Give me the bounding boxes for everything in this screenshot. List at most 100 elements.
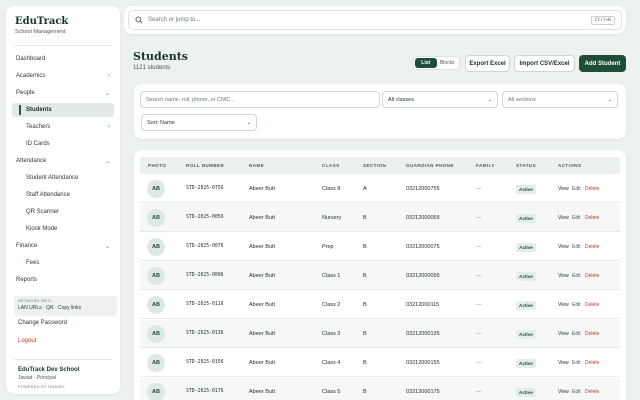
sidebar-item-label: Reports: [16, 277, 38, 283]
sidebar-item-student-attendance[interactable]: Student Attendance: [12, 171, 114, 185]
avatar: AB: [147, 180, 165, 198]
student-section: B: [363, 331, 367, 337]
table-row[interactable]: AB STD-2025-0116 Abeer Butt Class 2 B 0321200…: [140, 291, 620, 319]
table-row[interactable]: AB STD-2025-0756 Abeer Butt Class 8 A 0321200…: [140, 175, 620, 203]
column-header-actions: ACTIONS: [558, 163, 582, 168]
family: —: [476, 331, 482, 337]
delete-button[interactable]: Delete: [585, 233, 599, 261]
sidebar-item-teachers[interactable]: Teachers ›: [12, 120, 114, 134]
view-blocks-button[interactable]: Blocks: [437, 58, 459, 68]
student-name: Abeer Butt: [249, 360, 275, 366]
section-select-value: All sections: [508, 96, 536, 103]
edit-button[interactable]: Edit: [572, 349, 581, 377]
student-name: Abeer Butt: [249, 389, 275, 395]
global-search-input[interactable]: Search or jump to... Ctrl+K: [128, 10, 622, 30]
edit-button[interactable]: Edit: [572, 175, 581, 203]
sidebar-item-academics[interactable]: Academics ›: [12, 69, 114, 83]
view-button[interactable]: View: [558, 291, 569, 319]
avatar: AB: [147, 209, 165, 227]
delete-button[interactable]: Delete: [585, 378, 599, 400]
view-button[interactable]: View: [558, 320, 569, 348]
section-select[interactable]: All sections ⌄: [502, 91, 618, 108]
delete-button[interactable]: Delete: [585, 262, 599, 290]
student-name: Abeer Butt: [249, 244, 275, 250]
sidebar-item-label: Finance: [16, 243, 38, 249]
sidebar-item-finance[interactable]: Finance ⌄: [12, 239, 114, 253]
class-select[interactable]: All classes ⌄: [382, 91, 498, 108]
sidebar-item-staff-attendance[interactable]: Staff Attendance: [12, 188, 114, 202]
import-button[interactable]: Import CSV/Excel: [514, 55, 575, 72]
table-row[interactable]: AB STD-2025-0056 Abeer Butt Nursery B 0321200…: [140, 204, 620, 232]
student-search-input[interactable]: Search name, roll, phone, or CNIC...: [140, 91, 380, 108]
student-name: Abeer Butt: [249, 215, 275, 221]
view-button[interactable]: View: [558, 378, 569, 400]
view-button[interactable]: View: [558, 204, 569, 232]
edit-button[interactable]: Edit: [572, 204, 581, 232]
table-row[interactable]: AB STD-2025-0156 Abeer Butt Class 4 B 0321200…: [140, 349, 620, 377]
delete-button[interactable]: Delete: [585, 349, 599, 377]
delete-button[interactable]: Delete: [585, 204, 599, 232]
student-class: Class 5: [322, 389, 341, 395]
roll-number: STD-2025-0156: [186, 360, 224, 365]
view-button[interactable]: View: [558, 349, 569, 377]
guardian-phone: 03212000175: [406, 389, 440, 395]
view-button[interactable]: View: [558, 175, 569, 203]
sidebar-item-label: Fees: [26, 260, 40, 266]
change-password-link[interactable]: Change Password: [18, 320, 67, 326]
edit-button[interactable]: Edit: [572, 233, 581, 261]
edit-button[interactable]: Edit: [572, 262, 581, 290]
sidebar-nav: Dashboard Academics › People ⌄ Students Te…: [6, 50, 120, 292]
edit-button[interactable]: Edit: [572, 291, 581, 319]
sidebar-item-people[interactable]: People ⌄: [12, 86, 114, 100]
avatar: AB: [147, 296, 165, 314]
sidebar-item-kiosk-mode[interactable]: Kiosk Mode: [12, 222, 114, 236]
network-info[interactable]: NETWORK INFO LAN URLs · QR · Copy links: [14, 296, 117, 316]
column-header-status: STATUS: [516, 163, 537, 168]
delete-button[interactable]: Delete: [585, 291, 599, 319]
sidebar-item-attendance[interactable]: Attendance ⌄: [12, 154, 114, 168]
delete-button[interactable]: Delete: [585, 175, 599, 203]
sidebar-item-id-cards[interactable]: ID Cards: [12, 137, 114, 151]
logout-link[interactable]: Logout: [18, 338, 36, 344]
sidebar-item-label: ID Cards: [26, 141, 50, 147]
column-header-section: SECTION: [363, 163, 387, 168]
guardian-phone: 03212000135: [406, 331, 440, 337]
sidebar-item-label: Student Attendance: [26, 175, 79, 181]
chevron-down-icon: ⌄: [246, 119, 251, 126]
sidebar-item-fees[interactable]: Fees: [12, 256, 114, 270]
export-excel-button[interactable]: Export Excel: [465, 55, 510, 72]
add-student-button[interactable]: Add Student: [579, 55, 626, 72]
student-section: B: [363, 389, 367, 395]
view-list-button[interactable]: List: [415, 58, 437, 68]
global-search-placeholder: Search or jump to...: [148, 17, 201, 23]
student-name: Abeer Butt: [249, 331, 275, 337]
roll-number: STD-2025-0056: [186, 215, 224, 220]
sidebar-item-dashboard[interactable]: Dashboard: [12, 52, 114, 66]
sidebar-item-reports[interactable]: Reports: [12, 273, 114, 287]
chevron-down-icon: ⌄: [104, 243, 110, 250]
student-class: Class 8: [322, 186, 341, 192]
student-section: B: [363, 302, 367, 308]
chevron-down-icon: ⌄: [104, 158, 110, 165]
avatar: AB: [147, 325, 165, 343]
table-row[interactable]: AB STD-2025-0176 Abeer Butt Class 5 B 0321200…: [140, 378, 620, 400]
view-button[interactable]: View: [558, 233, 569, 261]
sidebar-item-label: Attendance: [16, 158, 47, 164]
table-row[interactable]: AB STD-2025-0076 Abeer Butt Prep B 0321200007…: [140, 233, 620, 261]
guardian-phone: 03212000155: [406, 360, 440, 366]
roll-number: STD-2025-0116: [186, 302, 224, 307]
sort-select[interactable]: Sort: Name ⌄: [141, 114, 257, 131]
delete-button[interactable]: Delete: [585, 320, 599, 348]
sidebar-item-students[interactable]: Students: [12, 103, 114, 117]
column-header-name: NAME: [249, 163, 265, 168]
table-header: PHOTO ROLL NUMBER NAME CLASS SECTION GUA…: [140, 157, 620, 174]
sidebar-item-qr-scanner[interactable]: QR Scanner: [12, 205, 114, 219]
avatar: AB: [147, 267, 165, 285]
table-row[interactable]: AB STD-2025-0136 Abeer Butt Class 3 B 0321200…: [140, 320, 620, 348]
edit-button[interactable]: Edit: [572, 320, 581, 348]
student-class: Nursery: [322, 215, 342, 221]
view-button[interactable]: View: [558, 262, 569, 290]
edit-button[interactable]: Edit: [572, 378, 581, 400]
table-row[interactable]: AB STD-2025-0096 Abeer Butt Class 1 B 0321200…: [140, 262, 620, 290]
brand-title: EduTrack: [15, 16, 69, 27]
